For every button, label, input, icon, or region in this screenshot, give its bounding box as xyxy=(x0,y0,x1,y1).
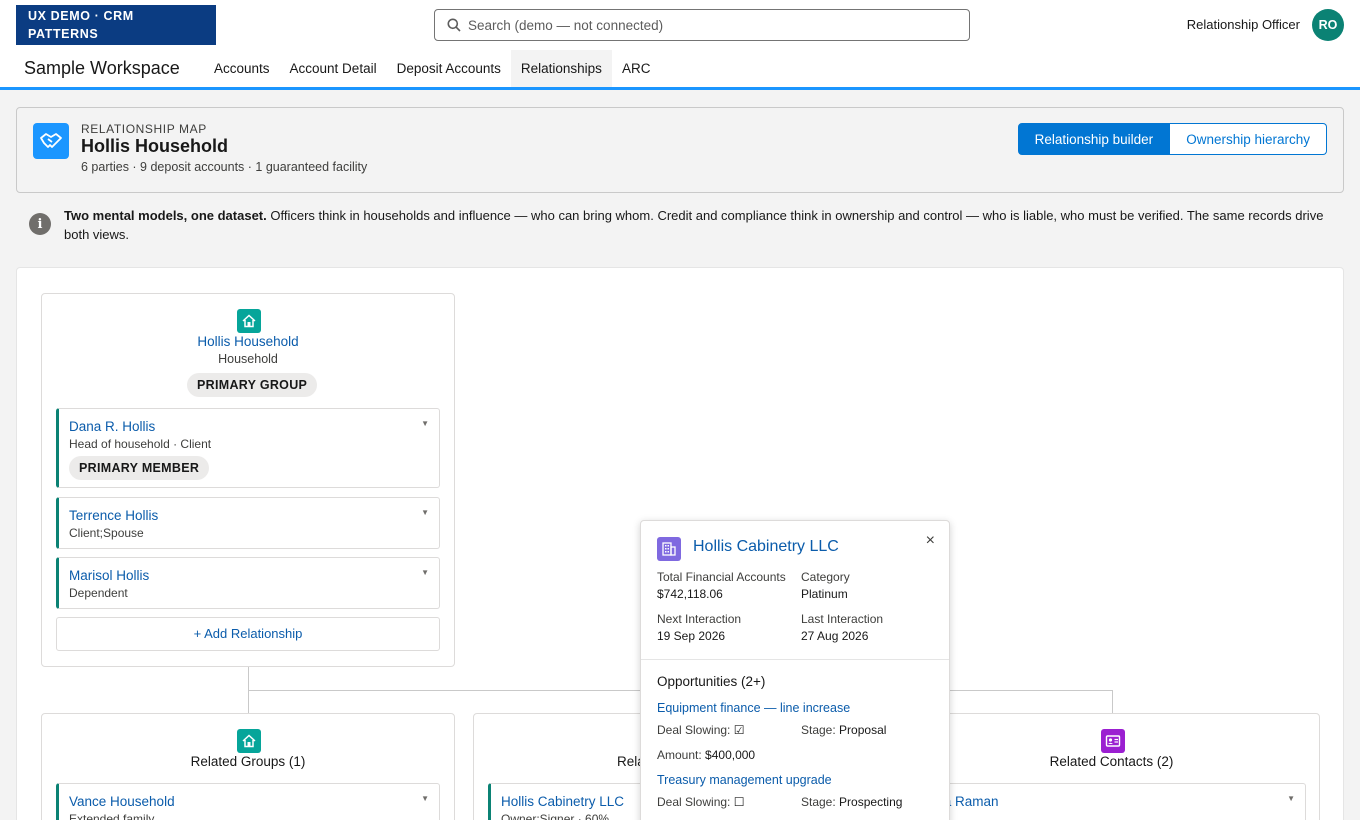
opportunity-link[interactable]: Treasury management upgrade xyxy=(657,773,832,787)
nav-tabs: Accounts Account Detail Deposit Accounts… xyxy=(204,50,660,87)
close-icon[interactable]: × xyxy=(926,532,935,550)
relationship-builder-button[interactable]: Relationship builder xyxy=(1017,123,1171,155)
primary-group-card: Hollis Household Household PRIMARY GROUP… xyxy=(41,293,455,667)
member-role: Extended family xyxy=(69,812,155,820)
contact-card-icon xyxy=(1101,729,1125,753)
related-groups-title: Related Groups (1) xyxy=(190,754,306,769)
brand-logo[interactable]: UX DEMO · CRM PATTERNS xyxy=(16,5,216,45)
amount-label: Amount: xyxy=(657,748,702,762)
chevron-down-icon[interactable]: ▼ xyxy=(421,419,429,428)
popover-title[interactable]: Hollis Cabinetry LLC xyxy=(693,538,839,556)
primary-member-badge: PRIMARY MEMBER xyxy=(69,456,210,480)
member-role: Client;Spouse xyxy=(69,526,144,540)
stage-field: Stage: Prospecting xyxy=(801,795,902,809)
stage-label: Stage: xyxy=(801,795,836,809)
last-interaction-label: Last Interaction xyxy=(801,612,884,626)
info-banner: Two mental models, one dataset. Officers… xyxy=(64,206,1334,244)
member-card-marisol[interactable]: Marisol Hollis Dependent ▼ xyxy=(56,557,440,609)
member-name[interactable]: Marisol Hollis xyxy=(69,568,149,583)
amount-value: $400,000 xyxy=(705,748,756,762)
tab-arc[interactable]: ARC xyxy=(612,50,661,87)
home-icon xyxy=(237,729,261,753)
chevron-down-icon[interactable]: ▼ xyxy=(421,508,429,517)
connector-line xyxy=(1112,690,1113,714)
avatar[interactable]: RO xyxy=(1312,9,1344,41)
info-bold: Two mental models, one dataset. xyxy=(64,208,267,223)
member-role: Owner;Signer · 60% xyxy=(501,812,610,820)
add-relationship-button[interactable]: + Add Relationship xyxy=(56,617,440,651)
chevron-down-icon[interactable]: ▼ xyxy=(421,568,429,577)
opportunities-heading: Opportunities (2+) xyxy=(657,674,766,689)
related-group-item[interactable]: Vance Household Extended family ▼ xyxy=(56,783,440,820)
page-eyebrow: RELATIONSHIP MAP xyxy=(81,122,207,136)
workspace-nav: Sample Workspace Accounts Account Detail… xyxy=(0,50,1360,90)
connector-line xyxy=(248,690,249,714)
member-card-terrence[interactable]: Terrence Hollis Client;Spouse ▼ xyxy=(56,497,440,549)
tab-account-detail[interactable]: Account Detail xyxy=(280,50,387,87)
checkbox-checked-icon: ☑ xyxy=(733,723,745,737)
next-interaction-label: Next Interaction xyxy=(657,612,742,626)
view-toggle: Relationship builder Ownership hierarchy xyxy=(1017,123,1327,155)
deal-slowing-field: Deal Slowing: ☐ xyxy=(657,795,744,809)
amount-field: Amount: $400,000 xyxy=(657,748,755,762)
opportunity-link[interactable]: Equipment finance — line increase xyxy=(657,701,850,715)
related-contacts-title: Related Contacts (2) xyxy=(1049,754,1174,769)
next-interaction-value: 19 Sep 2026 xyxy=(657,629,726,643)
global-header: UX DEMO · CRM PATTERNS Search (demo — no… xyxy=(0,0,1360,50)
page-title: Hollis Household xyxy=(81,136,229,156)
deal-slowing-label: Deal Slowing: xyxy=(657,795,731,809)
popover-divider xyxy=(641,659,949,660)
checkbox-unchecked-icon: ☐ xyxy=(733,795,745,809)
total-accounts-value: $742,118.06 xyxy=(657,587,723,601)
last-interaction-value: 27 Aug 2026 xyxy=(801,629,869,643)
member-name[interactable]: Hollis Cabinetry LLC xyxy=(501,794,624,809)
home-icon xyxy=(237,309,261,333)
tab-relationships[interactable]: Relationships xyxy=(510,50,612,87)
page-meta: 6 parties · 9 deposit accounts · 1 guara… xyxy=(81,160,368,174)
handshake-icon xyxy=(33,123,69,159)
related-groups-card: Related Groups (1) Vance Household Exten… xyxy=(41,713,455,820)
workspace-title: Sample Workspace xyxy=(24,58,180,78)
total-accounts-label: Total Financial Accounts xyxy=(657,570,786,584)
deal-slowing-label: Deal Slowing: xyxy=(657,723,731,737)
stage-value: Proposal xyxy=(839,723,887,737)
page-header: RELATIONSHIP MAP Hollis Household 6 part… xyxy=(16,107,1344,193)
member-card-dana[interactable]: Dana R. Hollis Head of household · Clien… xyxy=(56,408,440,488)
search-placeholder: Search (demo — not connected) xyxy=(468,17,664,33)
global-search-input[interactable]: Search (demo — not connected) xyxy=(434,9,970,41)
member-name[interactable]: Terrence Hollis xyxy=(69,508,158,523)
user-role-label: Relationship Officer xyxy=(1186,17,1300,32)
member-role: Dependent xyxy=(69,586,128,600)
connector-line xyxy=(248,667,249,691)
tab-accounts[interactable]: Accounts xyxy=(204,50,280,87)
tab-deposit-accounts[interactable]: Deposit Accounts xyxy=(387,50,511,87)
building-icon xyxy=(657,537,681,561)
category-label: Category xyxy=(801,570,850,584)
category-value: Platinum xyxy=(801,587,848,601)
member-name[interactable]: Vance Household xyxy=(69,794,175,809)
deal-slowing-field: Deal Slowing: ☑ xyxy=(657,723,744,737)
primary-group-type: Household xyxy=(218,352,278,366)
member-name[interactable]: Dana R. Hollis xyxy=(69,419,155,434)
search-icon xyxy=(447,18,461,32)
stage-label: Stage: xyxy=(801,723,836,737)
related-contact-item[interactable]: ya Raman A ▼ xyxy=(924,783,1306,820)
info-icon: i xyxy=(29,213,51,235)
stage-field: Stage: Proposal xyxy=(801,723,886,737)
primary-group-badge: PRIMARY GROUP xyxy=(187,373,318,397)
related-contacts-card: Related Contacts (2) ya Raman A ▼ xyxy=(903,713,1320,820)
ownership-hierarchy-button[interactable]: Ownership hierarchy xyxy=(1170,123,1327,155)
chevron-down-icon[interactable]: ▼ xyxy=(421,794,429,803)
primary-group-name[interactable]: Hollis Household xyxy=(42,334,454,349)
chevron-down-icon[interactable]: ▼ xyxy=(1287,794,1295,803)
account-popover: Hollis Cabinetry LLC × Total Financial A… xyxy=(640,520,950,820)
stage-value: Prospecting xyxy=(839,795,903,809)
member-role: Head of household · Client xyxy=(69,437,212,451)
